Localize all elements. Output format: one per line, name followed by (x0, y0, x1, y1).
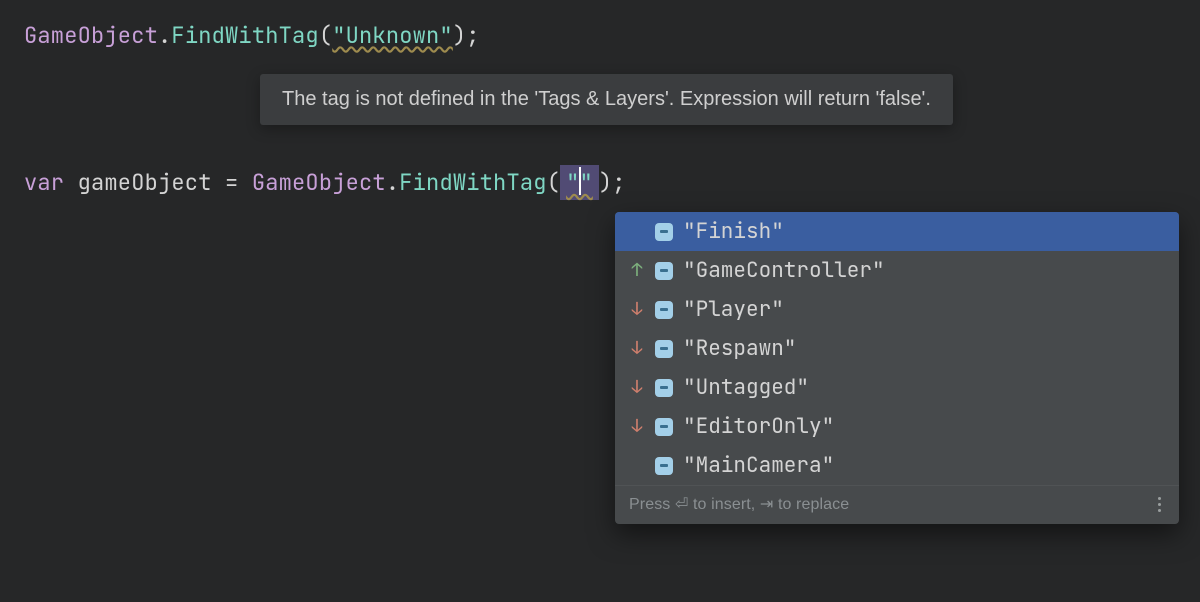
identifier: gameObject (64, 168, 225, 197)
dot: . (158, 21, 171, 50)
tooltip-text: The tag is not defined in the 'Tags & La… (282, 88, 931, 110)
completion-item-label: "EditorOnly" (683, 413, 834, 440)
completion-item[interactable]: ↓ "Untagged" (615, 368, 1179, 407)
completion-item-label: "GameController" (683, 257, 885, 284)
open-paren: ( (319, 21, 332, 50)
tag-icon (655, 262, 673, 280)
dot: . (386, 168, 399, 197)
completion-list[interactable]: "Finish" ↑ "GameController" ↓ "Player" ↓ "Resp… (615, 212, 1179, 485)
tag-icon (655, 457, 673, 475)
tag-icon (655, 379, 673, 397)
arrow-down-icon: ↓ (629, 415, 645, 438)
completion-item[interactable]: ↓ "Respawn" (615, 329, 1179, 368)
code-line-1[interactable]: GameObject.FindWithTag("Unknown"); (24, 18, 1176, 53)
equals: = (225, 168, 252, 197)
class-name: GameObject (24, 21, 158, 50)
class-name: GameObject (252, 168, 386, 197)
close-paren-semi: ); (599, 168, 626, 197)
completion-item[interactable]: ↑ "GameController" (615, 251, 1179, 290)
arrow-down-icon: ↓ (629, 376, 645, 399)
more-options-icon[interactable] (1154, 495, 1165, 514)
arrow-down-icon: ↓ (629, 298, 645, 321)
completion-hint: Press ⏎ to insert, ⇥ to replace (629, 494, 849, 514)
tag-icon (655, 301, 673, 319)
completion-item[interactable]: "Finish" (615, 212, 1179, 251)
completion-item-label: "MainCamera" (683, 452, 834, 479)
caret-icon (579, 167, 581, 195)
arrow-down-icon: ↓ (629, 337, 645, 360)
tag-icon (655, 223, 673, 241)
inspection-tooltip: The tag is not defined in the 'Tags & La… (260, 74, 953, 125)
open-paren: ( (547, 168, 560, 197)
completion-item-label: "Player" (683, 296, 784, 323)
tag-icon (655, 340, 673, 358)
completion-item-label: "Finish" (683, 218, 784, 245)
method-name: FindWithTag (399, 168, 546, 197)
close-paren-semi: ); (453, 21, 480, 50)
completion-item[interactable]: ↓ "EditorOnly" (615, 407, 1179, 446)
completion-item-label: "Respawn" (683, 335, 796, 362)
completion-popup[interactable]: "Finish" ↑ "GameController" ↓ "Player" ↓ "Resp… (615, 212, 1179, 524)
arrow-up-icon: ↑ (629, 259, 645, 282)
caret-region[interactable]: "" (560, 165, 599, 200)
code-editor[interactable]: GameObject.FindWithTag("Unknown"); The t… (0, 0, 1200, 218)
string-literal-warned: "Unknown" (332, 21, 453, 50)
tag-icon (655, 418, 673, 436)
code-line-2[interactable]: var gameObject = GameObject.FindWithTag(… (24, 165, 1176, 200)
completion-item[interactable]: ↓ "Player" (615, 290, 1179, 329)
completion-footer: Press ⏎ to insert, ⇥ to replace (615, 485, 1179, 524)
completion-item[interactable]: "MainCamera" (615, 446, 1179, 485)
keyword-var: var (24, 168, 64, 197)
method-name: FindWithTag (171, 21, 318, 50)
completion-item-label: "Untagged" (683, 374, 809, 401)
